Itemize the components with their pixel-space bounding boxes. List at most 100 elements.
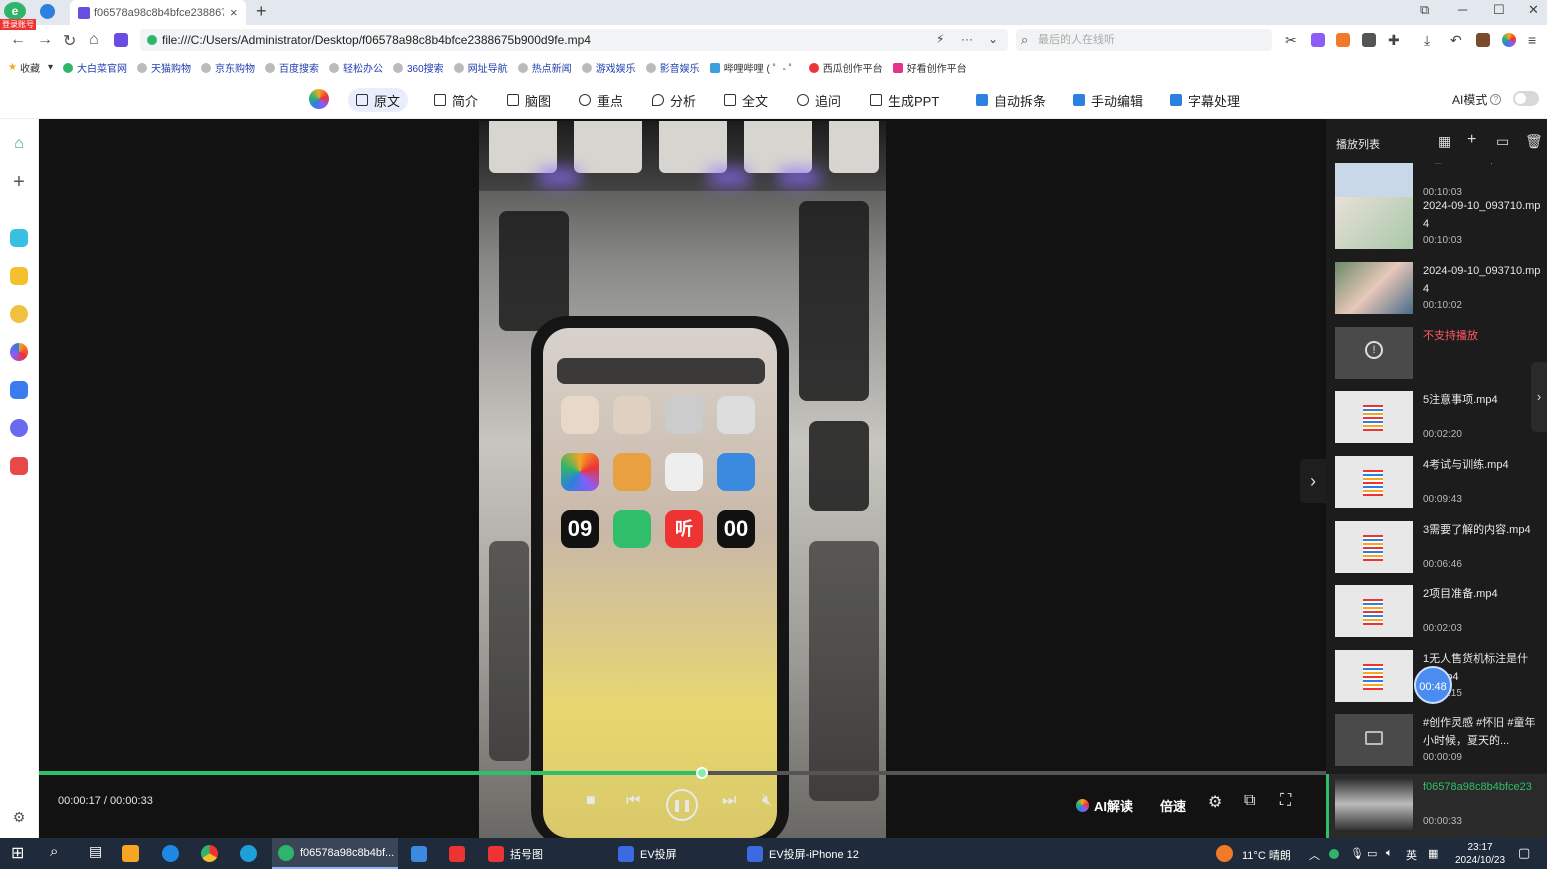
puzzle-icon[interactable]: ✚: [1388, 32, 1400, 49]
previous-button[interactable]: ⏮: [626, 792, 640, 810]
back-icon[interactable]: ←: [10, 31, 26, 49]
ai-extension-icon[interactable]: [114, 33, 128, 47]
playlist-item[interactable]: 2024-09-10_093710.mp4 00:10:02: [1326, 258, 1547, 322]
lightning-icon[interactable]: ⚡: [936, 32, 944, 46]
bookmark-item[interactable]: 热点新闻: [517, 60, 572, 75]
bookmark-item[interactable]: 轻松办公: [329, 60, 383, 75]
screen-icon[interactable]: [1362, 33, 1376, 47]
tab-subtitles[interactable]: 字幕处理: [1162, 88, 1248, 112]
bookmark-item[interactable]: 游戏娱乐: [581, 60, 636, 75]
weather-text[interactable]: 11°C 晴朗: [1242, 847, 1291, 863]
progress-handle[interactable]: [695, 767, 708, 779]
home-icon[interactable]: ⌂: [89, 31, 99, 49]
speed-button[interactable]: 倍速: [1160, 796, 1186, 815]
volume-icon[interactable]: 🔈︎: [1386, 847, 1393, 860]
tab-close-icon[interactable]: ×: [230, 5, 238, 20]
bookmark-favorites[interactable]: ★ 收藏 ▾: [8, 60, 53, 75]
extension-icon[interactable]: [1311, 33, 1325, 47]
ai-assistant-icon[interactable]: [1502, 33, 1516, 47]
playlist-item[interactable]: 3需要了解的内容.mp4 00:06:46: [1326, 517, 1547, 581]
ai-tool-icon[interactable]: [10, 381, 28, 399]
home-icon[interactable]: ⌂: [10, 135, 28, 153]
menu-icon[interactable]: ≡: [1528, 32, 1536, 48]
next-arrow-button[interactable]: ›: [1300, 459, 1326, 503]
playlist-item[interactable]: 2项目准备.mp4 00:02:03: [1326, 581, 1547, 645]
bookmark-item[interactable]: 360搜索: [393, 60, 444, 75]
tab-manual-edit[interactable]: 手动编辑: [1065, 88, 1151, 112]
chrome-icon[interactable]: [201, 845, 218, 862]
bookmark-item[interactable]: 百度搜索: [265, 60, 319, 75]
ime-indicator[interactable]: 英: [1406, 847, 1417, 863]
progress-bar[interactable]: [39, 767, 1326, 779]
wechat-tray-icon[interactable]: [1329, 849, 1339, 859]
fullscreen-icon[interactable]: ⛶: [1280, 792, 1291, 810]
telegram-icon[interactable]: [40, 4, 55, 19]
window-pin-icon[interactable]: ⧉: [1420, 2, 1429, 18]
playlist-item[interactable]: 4考试与训练.mp4 00:09:43: [1326, 452, 1547, 516]
bookmark-item[interactable]: 西瓜创作平台: [808, 60, 883, 75]
tab-summary[interactable]: 简介: [426, 88, 486, 112]
network-icon[interactable]: ▭: [1367, 847, 1377, 860]
task-view-icon[interactable]: ▤: [89, 843, 102, 860]
settings-icon[interactable]: ⚙: [10, 809, 28, 826]
picture-in-picture-icon[interactable]: ⧉: [1244, 792, 1255, 810]
add-icon[interactable]: +: [1467, 131, 1476, 149]
bot-icon[interactable]: [10, 419, 28, 437]
taskbar-app-bracket[interactable]: 括号图: [482, 838, 602, 869]
taskbar-app-ev[interactable]: EV投屏: [612, 838, 732, 869]
ai-mode-toggle[interactable]: [1513, 91, 1539, 106]
robot-icon[interactable]: [10, 305, 28, 323]
scissors-icon[interactable]: ✂: [1285, 32, 1297, 49]
tab-follow-up[interactable]: 追问: [789, 88, 849, 112]
bookmark-item[interactable]: 大白菜官网: [63, 60, 127, 75]
weather-icon[interactable]: [1216, 845, 1233, 862]
tab-full-text[interactable]: 全文: [716, 88, 776, 112]
minimize-button[interactable]: ─: [1458, 2, 1467, 17]
download-icon[interactable]: ⤓: [1424, 32, 1430, 49]
next-button[interactable]: ⏭: [722, 792, 736, 810]
tab-mindmap[interactable]: 脑图: [499, 88, 559, 112]
tab-generate-ppt[interactable]: 生成PPT: [862, 88, 947, 112]
ai-chat-icon[interactable]: [10, 343, 28, 361]
bookmark-item[interactable]: 哔哩哔哩 ( ゜- ゜: [709, 60, 799, 75]
playlist-item[interactable]: #创作灵感 #怀旧 #童年 小时候，夏天的... 00:00:09: [1326, 710, 1547, 774]
taskbar-app-wps[interactable]: [443, 838, 473, 869]
favorites-icon[interactable]: [10, 267, 28, 285]
tab-analysis[interactable]: 分析: [644, 88, 704, 112]
ie-icon[interactable]: [162, 845, 179, 862]
settings-icon[interactable]: ⚙: [1208, 792, 1222, 812]
bookmark-item[interactable]: 影音娱乐: [645, 60, 700, 75]
tray-chevron-icon[interactable]: ︿: [1309, 847, 1320, 863]
system-clock[interactable]: 23:17 2024/10/23: [1452, 841, 1508, 867]
search-icon[interactable]: ⌕: [50, 843, 58, 860]
forward-icon[interactable]: →: [37, 31, 53, 49]
mute-icon[interactable]: 🔇︎: [762, 792, 772, 810]
windows-start-icon[interactable]: ⊞: [11, 843, 24, 863]
help-icon[interactable]: ?: [1490, 94, 1502, 105]
browser-tab-active[interactable]: f06578a98c8b4bfce2388675 ×: [70, 0, 246, 25]
taskbar-app-ev-iphone[interactable]: EV投屏-iPhone 12: [741, 838, 891, 869]
stop-button[interactable]: ■: [586, 792, 596, 810]
tab-key-points[interactable]: 重点: [571, 88, 631, 112]
undo-icon[interactable]: ↶: [1450, 32, 1462, 49]
gamepad-icon[interactable]: [10, 457, 28, 475]
wallet-icon[interactable]: [1476, 33, 1490, 47]
playlist-item[interactable]: ! 不支持播放: [1326, 323, 1547, 387]
folder-icon[interactable]: ▭: [1496, 133, 1509, 150]
more-icon[interactable]: ···: [961, 32, 973, 46]
refresh-icon[interactable]: ↻: [63, 31, 76, 51]
new-tab-button[interactable]: +: [256, 1, 267, 22]
edge-icon[interactable]: [240, 845, 257, 862]
browser-logo-icon[interactable]: e: [4, 2, 26, 20]
chevron-down-icon[interactable]: ⌄: [988, 32, 998, 46]
add-icon[interactable]: +: [10, 171, 28, 194]
tab-auto-split[interactable]: 自动拆条: [968, 88, 1054, 112]
tab-original[interactable]: 原文: [348, 88, 409, 112]
login-badge[interactable]: 登录账号: [0, 19, 36, 30]
ai-read-button[interactable]: AI解读: [1076, 796, 1133, 815]
game-icon[interactable]: [1336, 33, 1350, 47]
notification-icon[interactable]: ▢: [1518, 845, 1530, 861]
taskbar-app-browser[interactable]: f06578a98c8b4bf...: [272, 838, 398, 869]
mic-icon[interactable]: 🎙︎: [1350, 847, 1364, 860]
bookmark-item[interactable]: 好看创作平台: [892, 60, 967, 75]
